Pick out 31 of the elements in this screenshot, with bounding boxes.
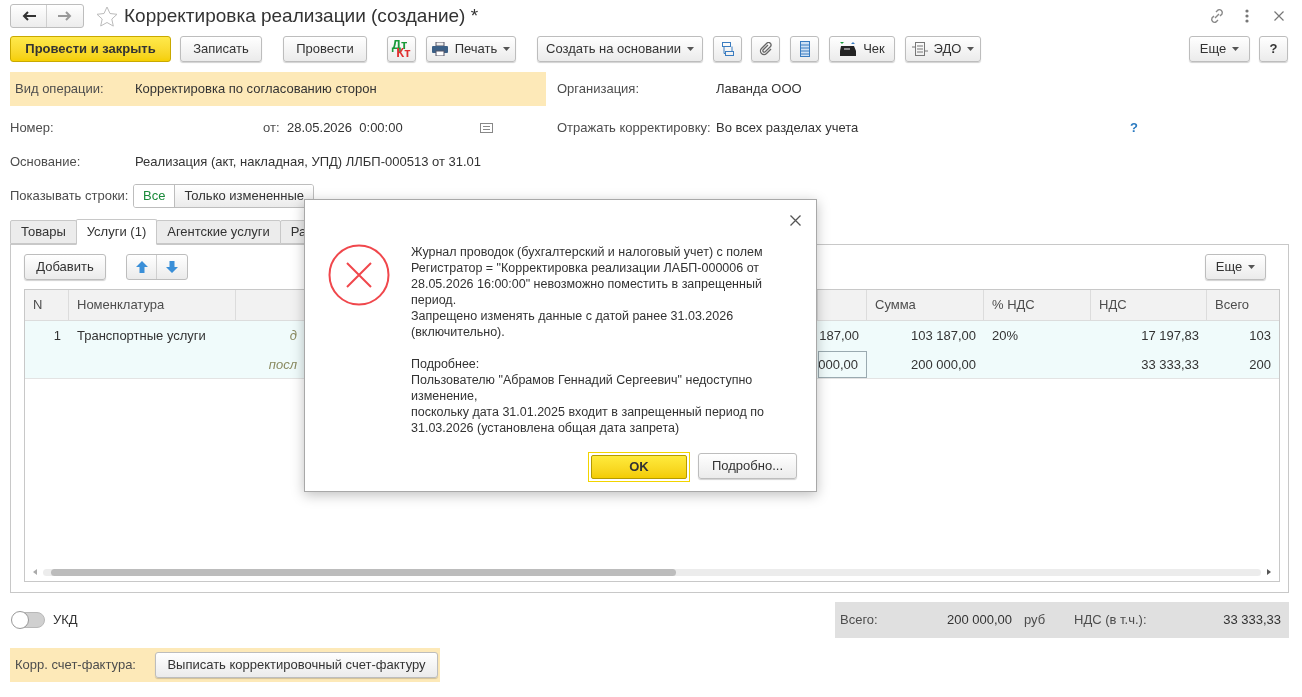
table-cell-text: д xyxy=(288,327,298,346)
error-message: Подробнее: Пользователю "Абрамов Геннадий Сергеевич" недоступно изменение, поскольку дата 31.01.2025 входит в запрещенный период по 31.03.2026 (установлена общая дата запрета) xyxy=(411,356,764,436)
table-cell-text: 187,00 xyxy=(818,327,860,346)
table-cell-text: 200 xyxy=(1248,355,1272,374)
table-cell-text: 103 xyxy=(1248,327,1272,346)
field-label: Организация: xyxy=(557,80,641,99)
field-label: от: xyxy=(263,119,281,138)
error-message: Запрещено изменять данные с датой ранее 31.03.2026 (включительно). xyxy=(411,308,735,340)
vat-label: НДС (в т.ч.): xyxy=(1074,611,1147,630)
field-label: Номер: xyxy=(10,119,55,138)
table-cell-text: 33 333,33 xyxy=(1140,355,1200,374)
table-cell-text: 17 197,83 xyxy=(1140,327,1200,346)
table-cell-text: 103 187,00 xyxy=(909,327,977,346)
field-label: Основание: xyxy=(10,153,82,172)
table-cell: 000,00 xyxy=(818,351,867,378)
ukd-label: УКД xyxy=(53,611,78,630)
total-label: Всего: xyxy=(840,611,879,630)
error-message: Журнал проводок (бухгалтерский и налоговый учет) с полем Регистратор = "Корректировка реализации ЛАБП-000006 от 28.05.2026 16:00:00" невозможно поместить в запрещенный период. xyxy=(411,244,764,308)
table-cell-text: Транспортные услуги xyxy=(76,327,207,346)
table-cell-text: 20% xyxy=(991,327,1020,346)
table-cell-text: 200 000,00 xyxy=(909,355,977,374)
invoice-label: Корр. счет-фактура: xyxy=(15,656,137,675)
table-cell-text: 1 xyxy=(52,327,62,346)
field-label: Вид операции: xyxy=(14,80,105,99)
field-label: Показывать строки: xyxy=(10,187,130,206)
total-amount: 200 000,00 xyxy=(945,611,1012,630)
vat-amount: 33 333,33 xyxy=(1222,611,1282,630)
table-cell-text: посл xyxy=(267,355,298,374)
currency-label: руб xyxy=(1024,611,1047,630)
window-title: Корректировка реализации (создание) * xyxy=(124,3,479,28)
field-label: Отражать корректировку: xyxy=(557,119,712,138)
